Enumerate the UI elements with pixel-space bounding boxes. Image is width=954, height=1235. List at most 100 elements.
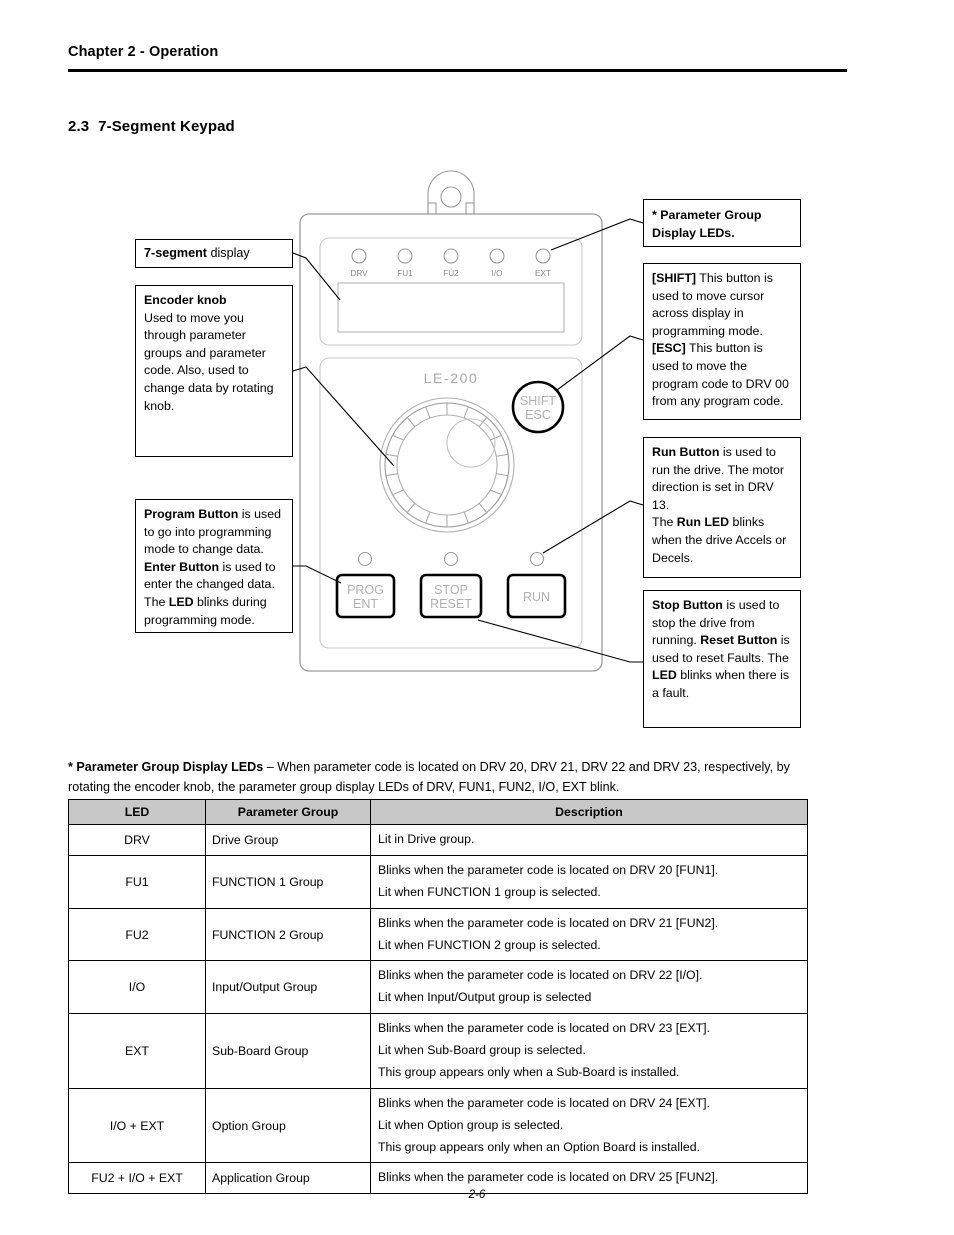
callout-program-bold-1: Program Button (144, 507, 239, 521)
led-label-fu2: FU2 (443, 269, 459, 278)
led-label-fu1: FU1 (397, 269, 413, 278)
leader-lines (292, 218, 644, 663)
stop-button-label-line1: STOP (434, 583, 468, 597)
shift-esc-button[interactable]: SHIFT ESC (511, 380, 565, 434)
description-line: Blinks when the parameter code is locate… (378, 1170, 719, 1185)
table-row: FU1 FUNCTION 1 Group Blinks when the par… (68, 854, 808, 909)
shift-button-label-line2: ESC (525, 408, 551, 422)
leader-seven-segment (292, 252, 341, 301)
callout-program-button: Program Button is used to go into progra… (135, 499, 293, 633)
cell-led: DRV (68, 824, 206, 856)
table-header-row: LED Parameter Group Description (68, 799, 808, 825)
callout-shift-bold-1: [SHIFT] (652, 271, 697, 285)
description-line: Blinks when the parameter code is locate… (378, 862, 719, 877)
table-row: DRV Drive Group Lit in Drive group. (68, 824, 808, 856)
leader-shift-esc (556, 335, 644, 391)
led-indicator-fu1-icon (397, 248, 413, 264)
cell-description: Blinks when the parameter code is locate… (370, 1013, 808, 1089)
callout-encoder-body: Used to move you through parameter group… (144, 310, 274, 413)
callout-run-bold-2: Run LED (676, 515, 730, 530)
table-row: I/O + EXT Option Group Blinks when the p… (68, 1087, 808, 1164)
model-label: LE-200 (424, 370, 479, 386)
description-line: Lit when Sub-Board group is selected. (378, 1043, 586, 1057)
callout-encoder-knob: Encoder knob Used to move you through pa… (135, 285, 293, 457)
page-footer: 2-6 (468, 1188, 486, 1201)
led-label-io: I/O (492, 269, 503, 278)
mounting-bracket-arch (427, 170, 475, 216)
description-line: Blinks when the parameter code is locate… (378, 1021, 710, 1036)
stop-reset-button[interactable]: STOP RESET (419, 573, 483, 619)
description-line: Lit when FUNCTION 2 group is selected. (378, 937, 601, 952)
led-label-ext: EXT (535, 269, 551, 278)
cell-parameter-group: Drive Group (205, 824, 371, 856)
leader-program-button (293, 565, 342, 584)
table-row: EXT Sub-Board Group Blinks when the para… (68, 1013, 808, 1089)
led-label-drv: DRV (350, 269, 368, 278)
description-line: Lit when FUNCTION 1 group is selected. (378, 884, 601, 899)
led-note-bold: * Parameter Group Display LEDs (68, 760, 264, 774)
description-line: Blinks when the parameter code is locate… (378, 1095, 710, 1110)
stop-button-label-line2: RESET (430, 597, 472, 611)
callout-encoder-title: Encoder knob (144, 293, 227, 307)
column-header-led: LED (68, 799, 206, 825)
cell-parameter-group: Option Group (205, 1087, 371, 1164)
mounting-foot-left (427, 202, 437, 217)
callout-seven-segment-rest: display (207, 246, 250, 260)
callout-stop-bold-1: Stop Button (652, 598, 723, 612)
cell-parameter-group: Input/Output Group (205, 960, 371, 1015)
chapter-header: Chapter 2 - Operation (68, 44, 219, 60)
callout-parameter-group-leds: * Parameter Group Display LEDs. (643, 199, 801, 247)
cell-led: FU2 (68, 907, 206, 962)
parameter-group-led-note: * Parameter Group Display LEDs – When pa… (68, 757, 810, 798)
description-line: Lit when Input/Output group is selected (378, 990, 592, 1005)
prog-button-label-line2: ENT (353, 597, 378, 611)
section-title-text: 7-Segment Keypad (98, 118, 235, 135)
leader-encoder-knob (292, 366, 395, 467)
table-row: I/O Input/Output Group Blinks when the p… (68, 960, 808, 1015)
run-led-icon (529, 551, 545, 567)
callout-shift-esc: [SHIFT] This button is used to move curs… (643, 263, 801, 420)
callout-stop-button: Stop Button is used to stop the drive fr… (643, 590, 801, 728)
callout-program-bold-3: LED (168, 595, 194, 610)
cell-description: Lit in Drive group. (370, 824, 808, 856)
led-parameter-group-table: LED Parameter Group Description DRV Driv… (68, 799, 808, 1195)
description-line: Blinks when the parameter code is locate… (378, 915, 719, 930)
header-rule (68, 69, 847, 72)
cell-led: FU1 (68, 854, 206, 909)
cell-parameter-group: FUNCTION 2 Group (205, 907, 371, 962)
callout-run-button: Run Button is used to run the drive. The… (643, 437, 801, 578)
encoder-knob[interactable] (379, 397, 515, 533)
mounting-foot-right (465, 202, 475, 217)
knob-dimple (446, 418, 496, 468)
description-line: Lit when Option group is selected. (378, 1117, 564, 1132)
description-line: Blinks when the parameter code is locate… (378, 968, 703, 983)
display-panel-frame (319, 237, 583, 346)
callout-seven-segment-display: 7-segment display (135, 239, 293, 268)
callout-parameter-group-text: * Parameter Group Display LEDs. (652, 208, 762, 240)
prog-button-label-line1: PROG (347, 583, 384, 597)
description-line: This group appears only when a Sub-Board… (378, 1064, 680, 1079)
prog-ent-button[interactable]: PROG ENT (335, 573, 396, 619)
cell-led: EXT (68, 1013, 206, 1089)
led-indicator-fu2-icon (443, 248, 459, 264)
leader-run-button (542, 500, 644, 554)
keypad-body-outline (299, 213, 603, 672)
stop-led-icon (443, 551, 459, 567)
column-header-description: Description (370, 799, 808, 825)
led-indicator-ext-icon (535, 248, 551, 264)
section-number: 2.3 (68, 118, 90, 135)
callout-run-bold-1: Run Button (652, 445, 720, 459)
cell-led: I/O + EXT (68, 1087, 206, 1164)
led-indicator-drv-icon (351, 248, 367, 264)
callout-shift-bold-2: [ESC] (652, 341, 686, 356)
cell-description: Blinks when the parameter code is locate… (370, 907, 808, 962)
callout-stop-bold-3: LED (652, 668, 677, 683)
run-button-label: RUN (523, 590, 550, 604)
callout-run-text-2: The (652, 515, 677, 530)
description-line: Lit in Drive group. (378, 832, 475, 846)
callout-program-bold-2: Enter Button (144, 559, 220, 574)
leader-parameter-group-leds (550, 218, 644, 251)
run-button[interactable]: RUN (506, 573, 567, 619)
cell-description: Blinks when the parameter code is locate… (370, 1087, 808, 1164)
cell-description: Blinks when the parameter code is locate… (370, 960, 808, 1015)
